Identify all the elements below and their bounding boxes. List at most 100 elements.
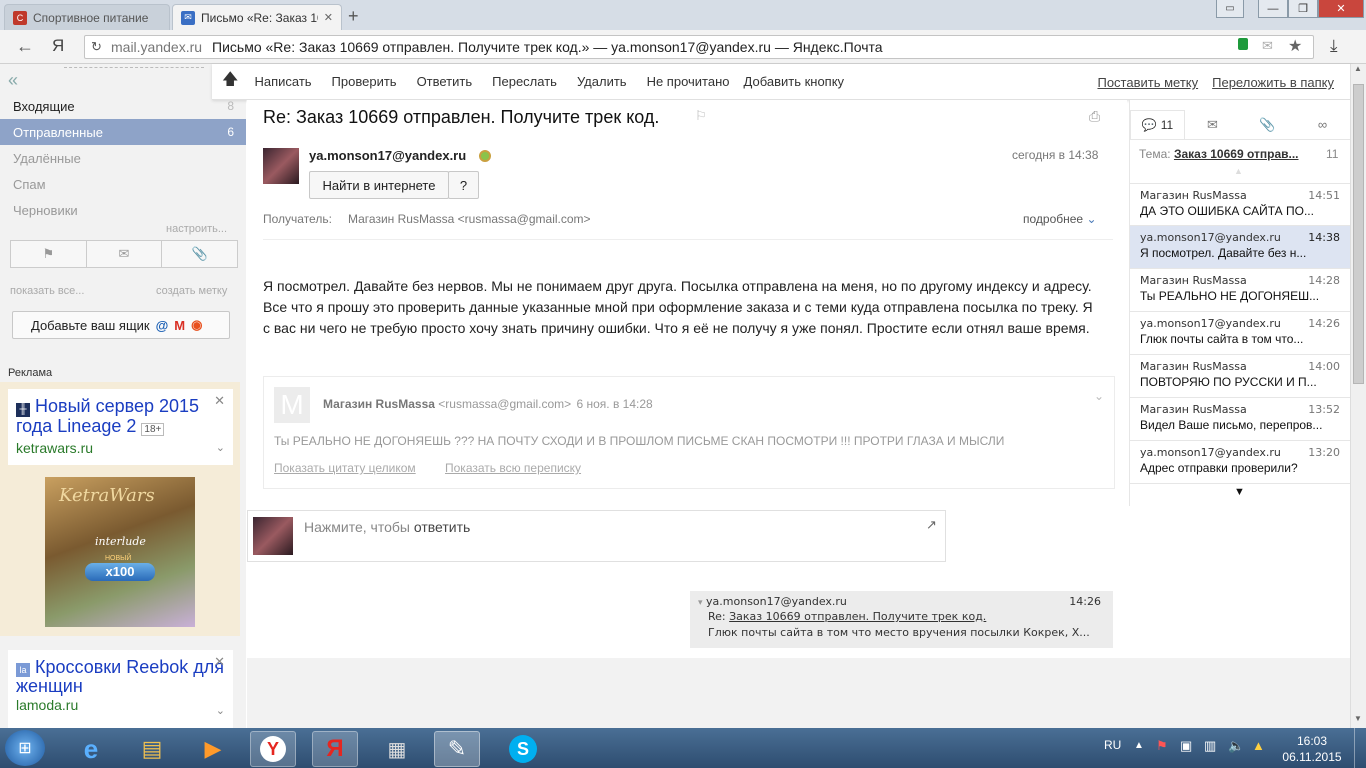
thread-subject[interactable]: Заказ 10669 отправ... (1174, 147, 1299, 161)
yandex-browser-icon[interactable]: Y (250, 731, 296, 767)
flag-icon[interactable]: ⚐ (695, 108, 707, 124)
ad-expand-icon[interactable]: ⌄ (216, 704, 225, 717)
thread-item[interactable]: ya.monson17@yandex.ru 13:20 Адрес отправк… (1130, 441, 1350, 484)
ad-card-1[interactable]: ╫ Новый сервер 2015 года Lineage 2 18+ k… (8, 389, 233, 465)
media-player-icon[interactable]: ▶ (190, 731, 236, 767)
ad-card-2[interactable]: la Кроссовки Reebok для женщин lamoda.ru… (8, 650, 233, 728)
quoted-message[interactable]: M Магазин RusMassa <rusmassa@gmail.com> … (263, 376, 1115, 489)
configure-link[interactable]: настроить... (166, 223, 227, 235)
new-tab-icon[interactable]: + (348, 6, 359, 27)
thread-item[interactable]: Магазин RusMassa 14:28 Ты РЕАЛЬНО НЕ ДОГО… (1130, 269, 1350, 312)
ie-icon[interactable]: e (68, 731, 114, 767)
clock[interactable]: 16:03 06.11.2015 (1276, 733, 1348, 765)
add-mailbox-button[interactable]: Добавьте ваш ящик @ M ◉ (12, 311, 230, 339)
scroll-top-icon[interactable]: 🡅 (222, 68, 238, 95)
scroll-up-arrow-icon[interactable]: ▲ (1354, 64, 1362, 73)
tray-expand-icon[interactable]: ▲ (1134, 740, 1144, 751)
print-icon[interactable]: ⎙ (1089, 108, 1100, 125)
skype-icon[interactable]: S (500, 731, 546, 767)
bookmark-star-icon[interactable]: ★ (1288, 36, 1302, 56)
scroll-down-icon[interactable]: ▼ (1234, 486, 1245, 498)
flag-filter-icon[interactable]: ⚑ (11, 241, 87, 267)
explorer-icon[interactable]: ▤ (129, 731, 175, 767)
yandex-icon[interactable]: Я (312, 731, 358, 767)
folder-inbox[interactable]: Входящие 8 (0, 93, 246, 119)
quote-expand-icon[interactable]: ⌄ (1094, 389, 1104, 403)
tab-close-icon[interactable]: ✕ (324, 11, 333, 24)
help-button[interactable]: ? (448, 171, 479, 199)
show-all-link[interactable]: показать все... (10, 285, 84, 297)
tooltip-subject[interactable]: Заказ 10669 отправлен. Получите трек код… (729, 610, 986, 623)
find-in-web-button[interactable]: Найти в интернете (309, 171, 449, 199)
calculator-icon[interactable]: ▦ (374, 731, 420, 767)
scroll-up-icon[interactable]: ▲ (1234, 166, 1243, 176)
show-quote-link[interactable]: Показать цитату целиком (274, 461, 416, 475)
show-thread-link[interactable]: Показать всю переписку (445, 461, 581, 475)
forward-button[interactable]: Переслать (492, 74, 557, 89)
tab-sport-nutrition[interactable]: С Спортивное питание (4, 4, 170, 30)
chat-icon: 💬 (1141, 118, 1157, 132)
attachment-filter-icon[interactable]: 📎 (162, 241, 237, 267)
folder-trash[interactable]: Удалённые (0, 145, 246, 171)
scrollbar-thumb[interactable] (1353, 84, 1364, 384)
drive-tray-icon[interactable]: ▲ (1252, 738, 1265, 753)
toolbar-right: Поставить метку Переложить в папку (1097, 75, 1334, 90)
tab-thread[interactable]: 💬 11 (1130, 110, 1185, 139)
security-tray-icon[interactable]: ⚑ (1156, 738, 1168, 754)
folder-drafts[interactable]: Черновики (0, 197, 246, 223)
show-desktop-button[interactable] (1354, 728, 1366, 768)
device-tray-icon[interactable]: ▣ (1180, 738, 1192, 754)
volume-tray-icon[interactable]: 🔈 (1228, 738, 1244, 754)
yandex-button[interactable]: Я (52, 36, 64, 56)
start-button[interactable]: ⊞ (5, 730, 45, 766)
tab-mail-letter[interactable]: ✉ Письмо «Re: Заказ 10 ✕ (172, 4, 342, 30)
tab-letters[interactable]: ✉ (1185, 110, 1240, 139)
network-tray-icon[interactable]: ▥ (1204, 738, 1216, 754)
folder-sent[interactable]: Отправленные 6 (0, 119, 246, 145)
close-window-icon[interactable]: ✕ (1318, 0, 1364, 18)
recipient[interactable]: Магазин RusMassa <rusmassa@gmail.com> (348, 212, 591, 226)
quick-reply-box[interactable]: Нажмите, чтобы ответить ↗ (247, 510, 946, 562)
tab-links[interactable]: ∞ (1295, 110, 1350, 139)
paint-icon[interactable]: ✎ (434, 731, 480, 767)
maximize-icon[interactable]: ❐ (1288, 0, 1318, 18)
collapse-sidebar-icon[interactable]: « (8, 70, 18, 91)
envelope-icon[interactable]: ✉ (1262, 38, 1273, 54)
ad-expand-icon[interactable]: ⌄ (216, 441, 225, 454)
sender-email[interactable]: ya.monson17@yandex.ru (309, 148, 466, 163)
thread-item[interactable]: Магазин RusMassa 13:52 Видел Ваше письмо,… (1130, 398, 1350, 441)
reply-button[interactable]: Ответить (417, 74, 473, 89)
open-editor-icon[interactable]: ↗ (926, 517, 937, 533)
compose-button[interactable]: Написать (254, 74, 311, 89)
minimize-icon[interactable]: — (1258, 0, 1288, 18)
check-mail-button[interactable]: Проверить (332, 74, 397, 89)
downloads-icon[interactable]: ⤓ (1330, 36, 1338, 56)
tab-attachments[interactable]: 📎 (1240, 110, 1295, 139)
details-link[interactable]: подробнее ⌄ (1023, 212, 1097, 226)
add-button-button[interactable]: Добавить кнопку (744, 74, 845, 89)
reload-icon[interactable]: ↻ (91, 39, 102, 55)
url-field[interactable]: ↻ mail.yandex.ru Письмо «Re: Заказ 10669… (84, 35, 1314, 59)
unread-filter-icon[interactable]: ✉ (87, 241, 163, 267)
avatar[interactable] (263, 148, 299, 184)
set-label-button[interactable]: Поставить метку (1097, 75, 1198, 90)
ad-close-icon[interactable]: ✕ (214, 393, 225, 409)
thread-item-selected[interactable]: ya.monson17@yandex.ru 14:38 Я посмотрел. … (1130, 226, 1350, 269)
mark-unread-button[interactable]: Не прочитано (647, 74, 730, 89)
delete-button[interactable]: Удалить (577, 74, 627, 89)
ad-close-icon[interactable]: ✕ (214, 654, 225, 670)
thread-item[interactable]: Магазин RusMassa 14:00 ПОВТОРЯЮ ПО РУССКИ… (1130, 355, 1350, 398)
reply-link[interactable]: ответить (414, 519, 470, 535)
back-icon[interactable]: ← (16, 36, 34, 57)
ad-banner-image[interactable]: KetraWars interlude НОВЫЙ x100 (45, 477, 195, 627)
language-indicator[interactable]: RU (1104, 738, 1121, 752)
banner-text: interlude (95, 535, 146, 548)
folder-spam[interactable]: Спам (0, 171, 246, 197)
create-label-link[interactable]: создать метку (156, 285, 227, 297)
thread-item[interactable]: Магазин RusMassa 14:51 ДА ЭТО ОШИБКА САЙТ… (1130, 183, 1350, 226)
thread-item[interactable]: ya.monson17@yandex.ru 14:26 Глюк почты са… (1130, 312, 1350, 355)
scroll-down-arrow-icon[interactable]: ▼ (1354, 714, 1362, 723)
page-scrollbar[interactable]: ▲ ▼ (1350, 64, 1366, 728)
move-to-folder-button[interactable]: Переложить в папку (1212, 75, 1334, 90)
tabs-menu-icon[interactable]: ▭ (1216, 0, 1244, 18)
